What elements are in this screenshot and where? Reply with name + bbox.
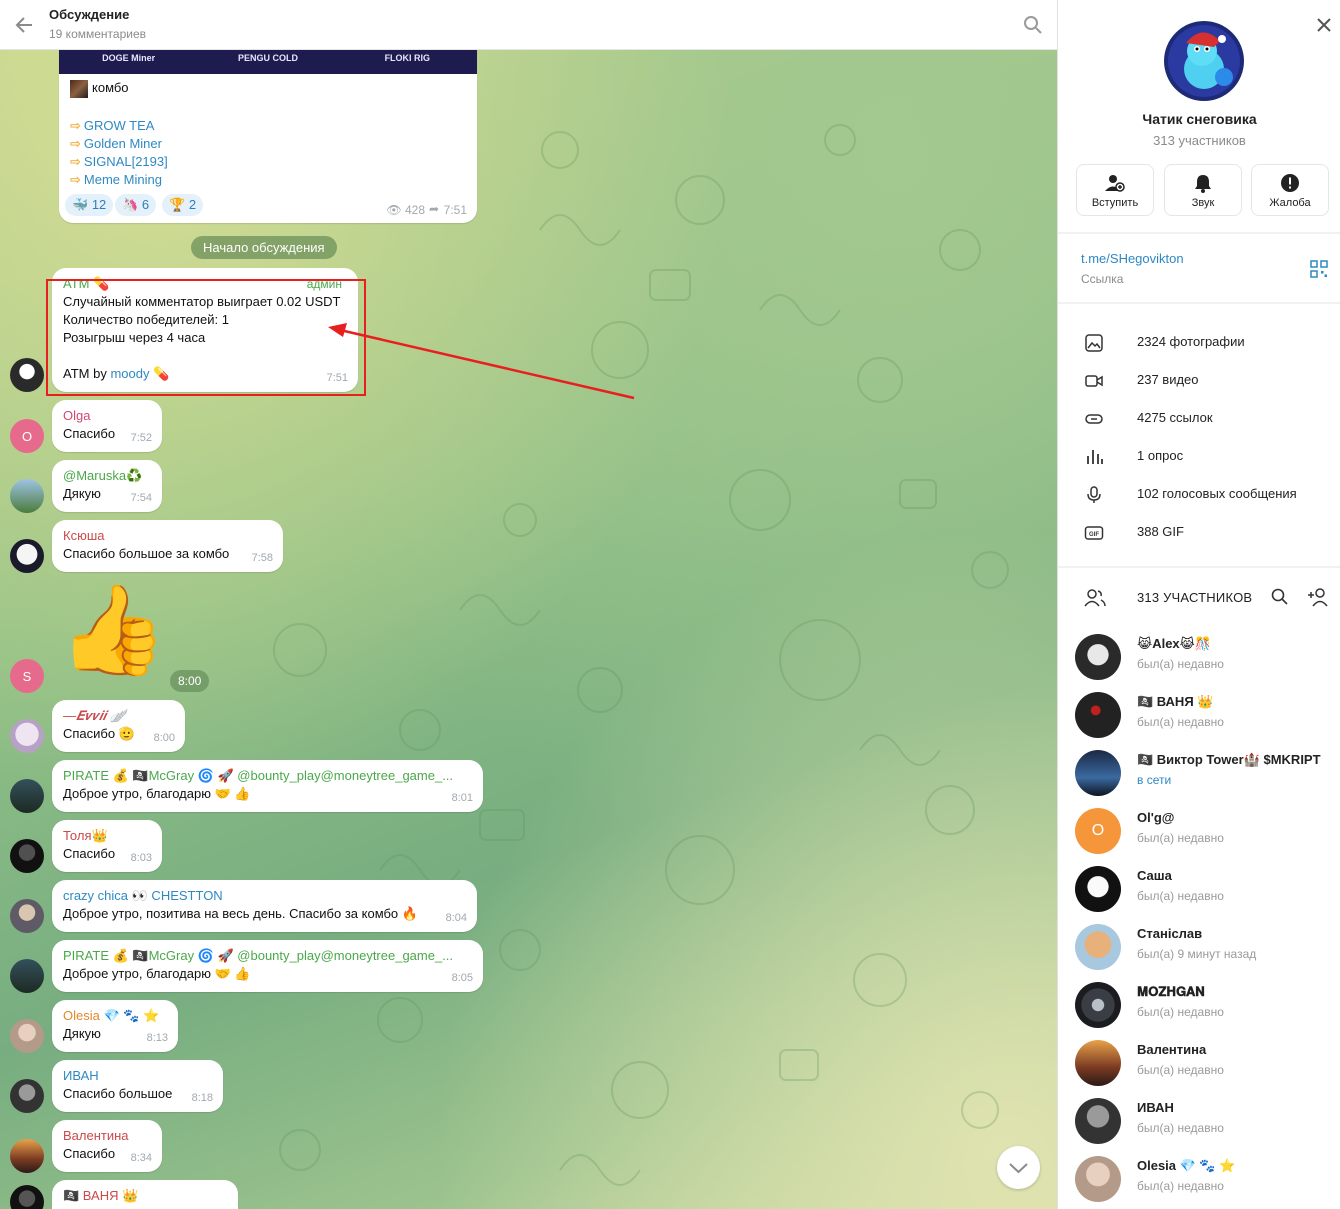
media-row-photos[interactable]: 2324 фотографии <box>1058 323 1340 361</box>
avatar <box>1075 634 1121 680</box>
members-icon <box>1084 589 1106 607</box>
member-status: был(а) 9 минут назад <box>1137 947 1257 961</box>
invite-link[interactable]: t.me/SHegovikton <box>1081 251 1184 266</box>
media-label: 388 GIF <box>1137 524 1184 539</box>
video-icon <box>1085 375 1103 387</box>
member-name: 🏴‍☠️ ВАНЯ 👑 <box>1137 694 1214 709</box>
report-button-label: Жалоба <box>1269 197 1311 209</box>
link-icon <box>1085 414 1103 424</box>
avatar: O <box>1075 808 1121 854</box>
alert-icon <box>1281 174 1299 192</box>
member-name: Станіслав <box>1137 926 1203 941</box>
avatar <box>1075 1156 1121 1202</box>
member-item[interactable]: ИВАН был(а) недавно <box>1058 1094 1340 1152</box>
member-item[interactable]: 🏴‍☠️ ВАНЯ 👑 был(а) недавно <box>1058 688 1340 746</box>
add-user-icon <box>1105 175 1125 192</box>
media-row-gif[interactable]: GIF 388 GIF <box>1058 513 1340 551</box>
member-status: был(а) недавно <box>1137 1121 1224 1135</box>
search-icon[interactable] <box>1270 587 1290 607</box>
member-status: был(а) недавно <box>1137 889 1224 903</box>
avatar <box>1075 982 1121 1028</box>
media-row-voice[interactable]: 102 голосовых сообщения <box>1058 475 1340 513</box>
member-status: был(а) недавно <box>1137 831 1224 845</box>
member-item[interactable]: 😹Alex😹🎊 был(а) недавно <box>1058 630 1340 688</box>
annotation-arrow-icon <box>328 323 635 400</box>
member-item[interactable]: Саша был(а) недавно <box>1058 862 1340 920</box>
media-label: 1 опрос <box>1137 448 1184 463</box>
member-status: в сети <box>1137 773 1172 787</box>
svg-text:GIF: GIF <box>1089 532 1099 538</box>
close-icon[interactable] <box>1313 14 1335 36</box>
avatar <box>1075 692 1121 738</box>
comment-count: 19 комментариев <box>49 27 147 41</box>
group-name: Чатик снеговика <box>1142 111 1257 127</box>
media-row-links[interactable]: 4275 ссылок <box>1058 399 1340 437</box>
member-item[interactable]: 🏴‍☠️ Виктор Tower🏰 $MKRIPT в сети <box>1058 746 1340 804</box>
page-title: Обсуждение <box>49 7 130 22</box>
member-name: Olesia 💎 🐾 ⭐ <box>1137 1158 1236 1173</box>
search-icon[interactable] <box>1022 14 1044 36</box>
member-item[interactable]: Olesia 💎 🐾 ⭐ был(а) недавно <box>1058 1152 1340 1209</box>
link-section: t.me/SHegovikton Ссылка <box>1058 234 1340 302</box>
join-button-label: Вступить <box>1091 197 1139 209</box>
member-status: был(а) недавно <box>1137 1005 1224 1019</box>
group-info-section: Чатик снеговика 313 участников Вступить … <box>1058 0 1340 232</box>
bell-icon <box>1195 175 1211 193</box>
member-name: 😹Alex😹🎊 <box>1137 636 1212 651</box>
avatar <box>1075 750 1121 796</box>
avatar <box>1075 866 1121 912</box>
media-label: 4275 ссылок <box>1137 410 1213 425</box>
snowman-avatar-icon <box>1164 21 1244 101</box>
media-row-videos[interactable]: 237 видео <box>1058 361 1340 399</box>
media-label: 2324 фотографии <box>1137 334 1245 349</box>
avatar <box>1075 1098 1121 1144</box>
member-status: был(а) недавно <box>1137 715 1224 729</box>
member-status: был(а) недавно <box>1137 657 1224 671</box>
media-label: 237 видео <box>1137 372 1199 387</box>
qr-code-icon[interactable] <box>1310 260 1328 278</box>
avatar <box>1075 1040 1121 1086</box>
sound-button[interactable]: Звук <box>1164 164 1242 216</box>
member-item[interactable]: O Ol'g@ был(а) недавно <box>1058 804 1340 862</box>
media-row-polls[interactable]: 1 опрос <box>1058 437 1340 475</box>
member-status: был(а) недавно <box>1137 1179 1224 1193</box>
chat-area: Обсуждение 19 комментариев DOGE Miner PE… <box>0 0 1057 1209</box>
back-arrow-icon[interactable] <box>12 12 38 38</box>
poll-icon <box>1087 450 1103 464</box>
avatar <box>1075 924 1121 970</box>
add-member-icon[interactable] <box>1306 586 1330 608</box>
member-name: Саша <box>1137 868 1172 883</box>
member-name: Валентина <box>1137 1042 1207 1057</box>
sound-button-label: Звук <box>1191 197 1215 209</box>
photo-icon <box>1085 334 1103 352</box>
microphone-icon <box>1087 486 1101 503</box>
gif-icon: GIF <box>1084 526 1104 540</box>
group-member-count: 313 участников <box>1153 133 1246 148</box>
member-name: 🏴‍☠️ Виктор Tower🏰 $MKRIPT <box>1137 752 1321 767</box>
chat-header: Обсуждение 19 комментариев <box>0 0 1057 50</box>
member-item[interactable]: 𝐌𝐎𝐙𝐇𝐆𝐀𝐍 был(а) недавно <box>1058 978 1340 1036</box>
member-name: ИВАН <box>1137 1100 1174 1115</box>
media-section: 2324 фотографии 237 видео 4275 ссылок 1 … <box>1058 304 1340 566</box>
member-status: был(а) недавно <box>1137 1063 1224 1077</box>
info-panel: Чатик снеговика 313 участников Вступить … <box>1057 0 1340 1209</box>
link-caption: Ссылка <box>1081 272 1124 286</box>
group-avatar[interactable] <box>1164 21 1244 101</box>
member-item[interactable]: Станіслав был(а) 9 минут назад <box>1058 920 1340 978</box>
member-item[interactable]: Валентина был(а) недавно <box>1058 1036 1340 1094</box>
media-label: 102 голосовых сообщения <box>1137 486 1297 501</box>
avatar-letter: O <box>1091 822 1105 839</box>
report-button[interactable]: Жалоба <box>1251 164 1329 216</box>
join-button[interactable]: Вступить <box>1076 164 1154 216</box>
members-header: 313 УЧАСТНИКОВ <box>1137 590 1253 605</box>
member-name: Ol'g@ <box>1137 810 1175 825</box>
member-name: 𝐌𝐎𝐙𝐇𝐆𝐀𝐍 <box>1137 984 1205 999</box>
